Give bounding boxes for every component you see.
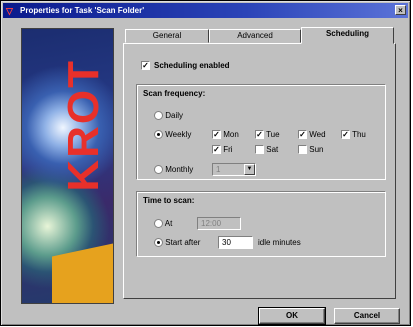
day-mon-checkbox[interactable]: ✓ Mon: [212, 130, 239, 140]
scheduling-enabled-label: Scheduling enabled: [154, 61, 230, 70]
close-button[interactable]: ×: [395, 5, 406, 15]
folder-graphic: [52, 241, 113, 303]
day-wed-checkbox[interactable]: ✓ Wed: [298, 130, 326, 140]
tab-scheduling[interactable]: Scheduling: [301, 27, 394, 44]
checkmark-icon: ✓: [212, 145, 221, 155]
window-title: Properties for Task 'Scan Folder': [20, 6, 145, 15]
checkmark-icon: ✓: [255, 130, 264, 140]
start-after-minutes-field[interactable]: 30: [218, 236, 253, 249]
time-to-scan-label: Time to scan:: [141, 196, 197, 205]
tab-general[interactable]: General: [125, 29, 209, 43]
ok-button[interactable]: OK: [258, 307, 326, 325]
day-fri-checkbox[interactable]: ✓ Fri: [212, 145, 233, 155]
checkmark-icon: ✓: [341, 130, 350, 140]
app-icon: ▽: [6, 5, 13, 16]
day-thu-checkbox[interactable]: ✓ Thu: [341, 130, 366, 140]
checkmark-icon: ✓: [141, 61, 150, 71]
idle-minutes-label: idle minutes: [258, 238, 301, 247]
scheduling-panel: ✓ Scheduling enabled Scan frequency: Dai…: [123, 43, 396, 299]
start-after-radio[interactable]: Start after: [154, 238, 200, 248]
weekly-radio[interactable]: Weekly: [154, 130, 191, 140]
day-sun-checkbox[interactable]: Sun: [298, 145, 323, 155]
tab-advanced[interactable]: Advanced: [209, 29, 301, 43]
cancel-button[interactable]: Cancel: [334, 308, 400, 324]
properties-dialog: ▽ Properties for Task 'Scan Folder' × KR…: [0, 0, 411, 326]
title-bar[interactable]: ▽ Properties for Task 'Scan Folder' ×: [3, 3, 408, 18]
day-tue-checkbox[interactable]: ✓ Tue: [255, 130, 280, 140]
monthly-radio[interactable]: Monthly: [154, 165, 193, 175]
tab-strip: General Advanced Scheduling: [125, 27, 395, 44]
checkmark-icon: ✓: [298, 130, 307, 140]
chevron-down-icon[interactable]: ▼: [244, 164, 255, 175]
at-time-field[interactable]: 12:00: [197, 217, 241, 230]
sidebar-graphic: KROT: [21, 28, 114, 304]
monthly-day-select[interactable]: 1 ▼: [212, 163, 256, 176]
daily-radio[interactable]: Daily: [154, 111, 183, 121]
day-sat-checkbox[interactable]: Sat: [255, 145, 278, 155]
logo-text: KROT: [59, 59, 108, 192]
checkmark-icon: ✓: [212, 130, 221, 140]
scan-frequency-label: Scan frequency:: [141, 89, 208, 98]
at-radio[interactable]: At: [154, 219, 172, 229]
scheduling-enabled-checkbox[interactable]: ✓: [141, 61, 150, 71]
